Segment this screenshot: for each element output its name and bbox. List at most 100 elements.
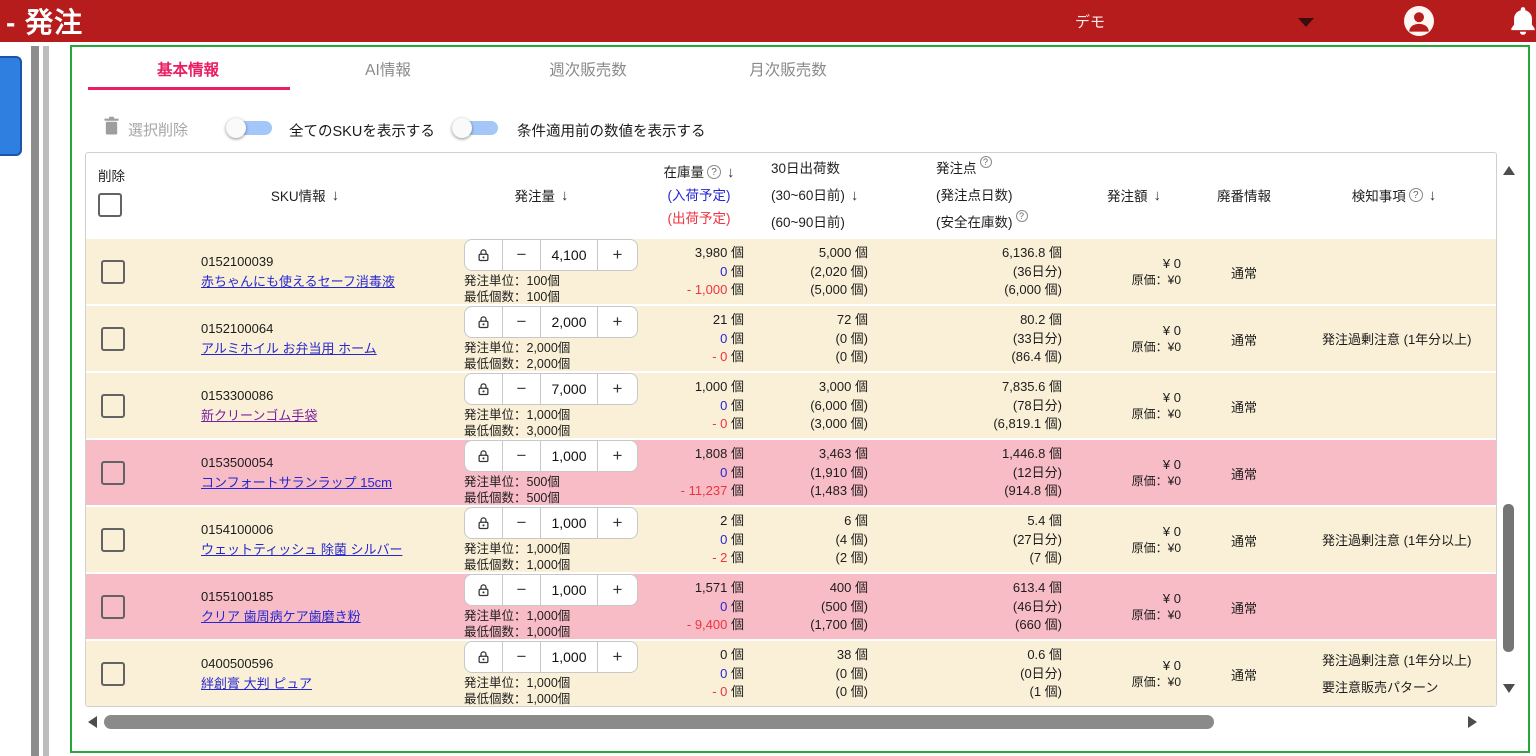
tab-ai-info[interactable]: AI情報: [288, 54, 488, 88]
col-ship30-60-label[interactable]: (30~60日前): [771, 182, 845, 209]
col-ship60-90-label: (60~90日前): [771, 209, 845, 236]
select-all-checkbox[interactable]: [98, 193, 122, 217]
horizontal-scrollbar-thumb[interactable]: [104, 715, 1214, 729]
alerts-cell: [1294, 440, 1494, 506]
page-scrollbar-thumb[interactable]: [43, 46, 49, 756]
col-stock-label[interactable]: 在庫量: [664, 161, 705, 184]
order-qty-value[interactable]: 1,000: [541, 575, 598, 605]
table-body: 0152100039 赤ちゃんにも使えるセーフ消毒液 − 4,100 + 発注単…: [86, 237, 1496, 706]
row-checkbox[interactable]: [101, 528, 125, 552]
increase-qty-button[interactable]: +: [598, 307, 637, 337]
col-stock-outgoing-label: (出荷予定): [668, 207, 731, 230]
order-point-value: 6,136.8 個: [1002, 244, 1062, 263]
ship30-60-value: (0 個): [835, 665, 868, 684]
lock-icon: [476, 315, 491, 330]
help-icon[interactable]: ?: [1409, 188, 1423, 202]
sort-desc-icon[interactable]: ↓: [851, 182, 859, 209]
sort-desc-icon[interactable]: ↓: [1429, 187, 1437, 204]
decrease-qty-button[interactable]: −: [503, 575, 541, 605]
sku-name-link[interactable]: コンフォートサランラップ 15cm: [201, 473, 392, 493]
decrease-qty-button[interactable]: −: [503, 441, 541, 471]
sku-code: 0154100006: [201, 520, 273, 540]
delete-selected-button[interactable]: 選択削除: [128, 119, 188, 140]
row-checkbox[interactable]: [101, 327, 125, 351]
sort-desc-icon[interactable]: ↓: [332, 187, 340, 204]
increase-qty-button[interactable]: +: [598, 642, 637, 672]
order-qty-value[interactable]: 1,000: [541, 642, 598, 672]
row-checkbox[interactable]: [101, 394, 125, 418]
sku-name-link[interactable]: ウェットティッシュ 除菌 シルバー: [201, 540, 402, 560]
lock-button[interactable]: [465, 508, 503, 538]
lock-button[interactable]: [465, 575, 503, 605]
row-checkbox[interactable]: [101, 595, 125, 619]
lock-button[interactable]: [465, 441, 503, 471]
col-amount-label[interactable]: 発注額: [1107, 185, 1148, 205]
decrease-qty-button[interactable]: −: [503, 508, 541, 538]
order-point-days-value: (33日分): [1013, 330, 1062, 349]
row-checkbox[interactable]: [101, 260, 125, 284]
order-qty-value[interactable]: 4,100: [541, 240, 598, 270]
ship60-90-value: (5,000 個): [810, 281, 868, 300]
col-sku-label[interactable]: SKU情報: [271, 185, 326, 205]
sku-name-link[interactable]: 赤ちゃんにも使えるセーフ消毒液: [201, 272, 395, 292]
decrease-qty-button[interactable]: −: [503, 642, 541, 672]
help-icon[interactable]: ?: [707, 165, 721, 179]
sku-name-link[interactable]: クリア 歯周病ケア歯磨き粉: [201, 607, 361, 627]
lock-button[interactable]: [465, 240, 503, 270]
discontinued-status: 通常: [1231, 330, 1257, 349]
order-qty-value[interactable]: 1,000: [541, 508, 598, 538]
scroll-right-arrow[interactable]: [1468, 716, 1477, 728]
order-point-days-value: (0日分): [1020, 665, 1062, 684]
order-qty-value[interactable]: 1,000: [541, 441, 598, 471]
scroll-left-arrow[interactable]: [88, 716, 97, 728]
increase-qty-button[interactable]: +: [598, 508, 637, 538]
order-point-value: 80.2 個: [1020, 311, 1062, 330]
increase-qty-button[interactable]: +: [598, 374, 637, 404]
sku-name-link[interactable]: 絆創膏 大判 ピュア: [201, 674, 312, 694]
lock-button[interactable]: [465, 374, 503, 404]
scroll-down-arrow[interactable]: [1503, 684, 1515, 693]
decrease-qty-button[interactable]: −: [503, 307, 541, 337]
help-icon[interactable]: ?: [1016, 210, 1028, 222]
scroll-up-arrow[interactable]: [1503, 166, 1515, 175]
sku-name-link[interactable]: アルミホイル お弁当用 ホーム: [201, 339, 377, 359]
help-icon[interactable]: ?: [980, 156, 992, 168]
stock-outgoing: - 11,237 個: [681, 482, 744, 501]
lock-button[interactable]: [465, 642, 503, 672]
sku-name-link[interactable]: 新クリーンゴム手袋: [201, 406, 317, 426]
order-qty-value[interactable]: 2,000: [541, 307, 598, 337]
ship30-value: 3,463 個: [819, 445, 868, 464]
side-panel-button[interactable]: [0, 56, 22, 156]
lock-button[interactable]: [465, 307, 503, 337]
order-qty-value[interactable]: 7,000: [541, 374, 598, 404]
row-checkbox[interactable]: [101, 461, 125, 485]
col-alerts-label[interactable]: 検知事項: [1352, 185, 1406, 205]
decrease-qty-button[interactable]: −: [503, 240, 541, 270]
col-order-qty-label[interactable]: 発注量: [515, 185, 556, 205]
show-all-sku-toggle[interactable]: [226, 115, 282, 141]
increase-qty-button[interactable]: +: [598, 575, 637, 605]
page-scrollbar-track[interactable]: [31, 46, 39, 756]
vertical-scrollbar-thumb[interactable]: [1503, 504, 1514, 652]
row-checkbox[interactable]: [101, 662, 125, 686]
col-stock-incoming-label: (入荷予定): [668, 184, 731, 207]
sort-desc-icon[interactable]: ↓: [1154, 187, 1162, 204]
sort-desc-icon[interactable]: ↓: [561, 187, 569, 204]
sort-desc-icon[interactable]: ↓: [727, 161, 735, 184]
notifications-bell-icon[interactable]: [1506, 4, 1536, 38]
tab-monthly-sales[interactable]: 月次販売数: [688, 54, 888, 88]
increase-qty-button[interactable]: +: [598, 441, 637, 471]
min-qty-label: 最低個数：3,000個: [464, 423, 570, 439]
chevron-down-icon[interactable]: [1298, 18, 1314, 27]
order-qty-stepper: − 7,000 +: [464, 373, 638, 405]
alert-text: 発注過剰注意 (1年分以上): [1322, 527, 1472, 554]
tab-basic-info[interactable]: 基本情報: [88, 54, 288, 88]
toggle-thumb: [452, 118, 472, 138]
discontinued-status: 通常: [1231, 665, 1257, 684]
tab-weekly-sales[interactable]: 週次販売数: [488, 54, 688, 88]
show-pre-condition-toggle[interactable]: [452, 115, 508, 141]
increase-qty-button[interactable]: +: [598, 240, 637, 270]
decrease-qty-button[interactable]: −: [503, 374, 541, 404]
ship30-value: 6 個: [844, 512, 868, 531]
user-avatar-icon[interactable]: [1404, 6, 1434, 36]
